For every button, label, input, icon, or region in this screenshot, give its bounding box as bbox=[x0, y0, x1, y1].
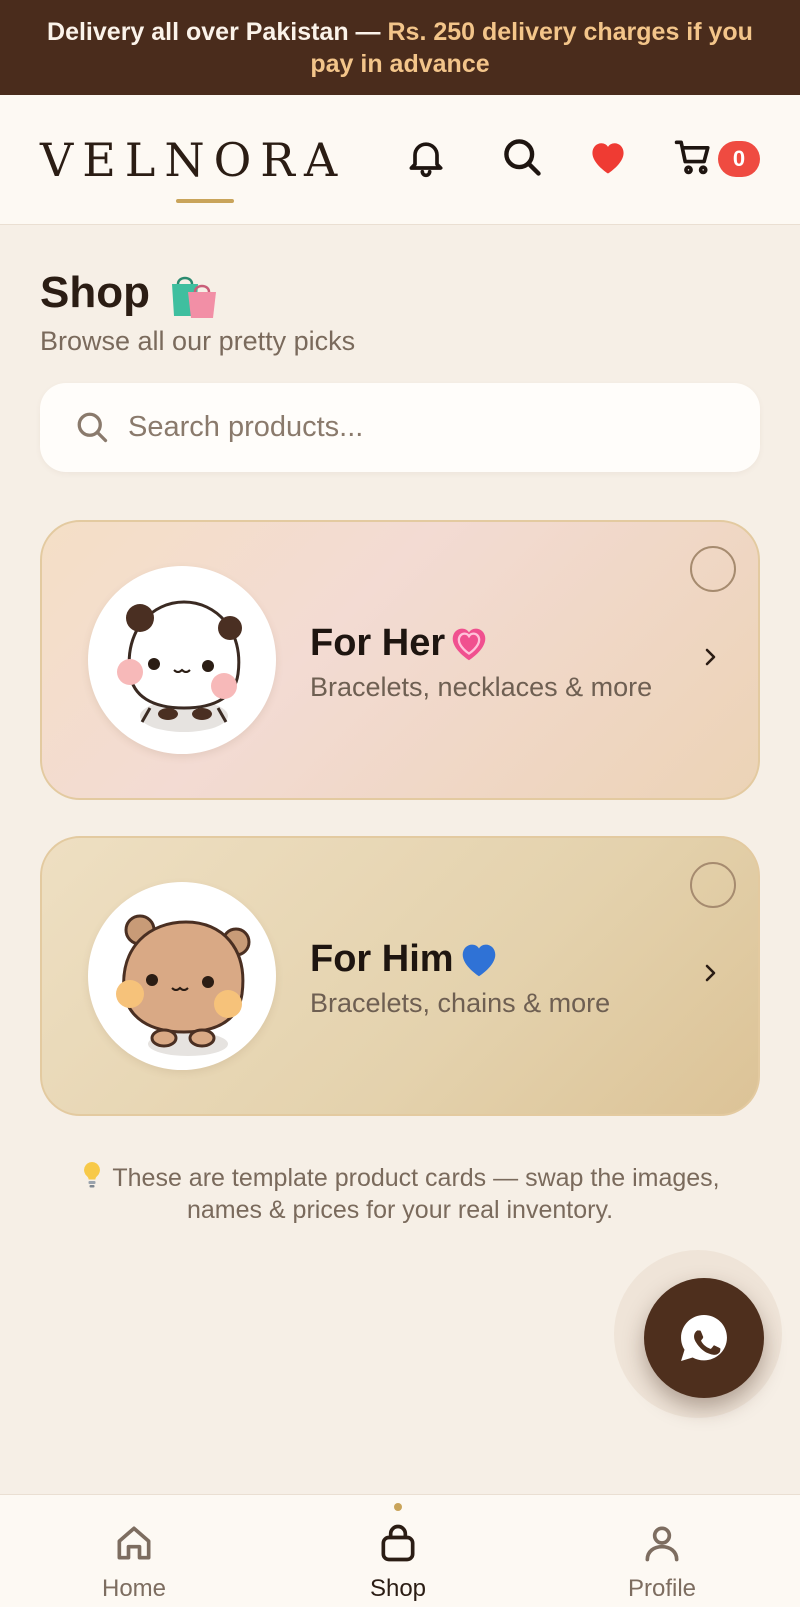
nav-label: Shop bbox=[369, 1575, 427, 1602]
white-bear-mascot-image bbox=[88, 566, 276, 754]
category-card-for-him[interactable]: For Him Bracelets, chains & more bbox=[40, 836, 760, 1116]
header: VELNORA 0 bbox=[0, 95, 800, 225]
active-indicator bbox=[394, 1503, 402, 1511]
lightbulb-icon bbox=[80, 1160, 104, 1190]
announcement-text: Delivery all over Pakistan — bbox=[47, 17, 388, 46]
category-title: For Him bbox=[310, 938, 454, 980]
whatsapp-button[interactable] bbox=[644, 1278, 764, 1398]
page-subtitle: Browse all our pretty picks bbox=[40, 326, 356, 356]
bell-icon[interactable] bbox=[404, 135, 448, 179]
search-icon[interactable] bbox=[500, 135, 544, 179]
home-icon bbox=[117, 1526, 151, 1560]
category-description: Bracelets, necklaces & more bbox=[310, 672, 653, 702]
blue-heart-icon bbox=[456, 936, 502, 980]
template-note: These are template product cards — swap … bbox=[40, 1160, 760, 1226]
category-card-for-her[interactable]: For Her Bracelets, necklaces & more bbox=[40, 520, 760, 800]
bag-icon bbox=[381, 1524, 415, 1562]
search-icon bbox=[74, 409, 110, 445]
note-text: These are template product cards — swap … bbox=[112, 1164, 720, 1224]
chevron-right-icon bbox=[700, 642, 722, 672]
nav-item-shop[interactable]: Shop bbox=[318, 1495, 478, 1607]
cart-icon[interactable] bbox=[672, 135, 716, 179]
nav-item-profile[interactable]: Profile bbox=[582, 1495, 742, 1607]
user-icon bbox=[645, 1526, 679, 1562]
select-radio[interactable] bbox=[690, 862, 736, 908]
chevron-right-icon bbox=[700, 958, 722, 988]
shopping-bags-icon bbox=[166, 266, 222, 322]
heart-icon[interactable] bbox=[586, 135, 630, 179]
cart-count-badge: 0 bbox=[718, 141, 760, 177]
logo-underline bbox=[176, 199, 234, 203]
search-input[interactable] bbox=[128, 383, 728, 472]
select-radio[interactable] bbox=[690, 546, 736, 592]
category-title: For Her bbox=[310, 622, 446, 664]
nav-label: Profile bbox=[627, 1575, 697, 1602]
search-bar[interactable] bbox=[40, 383, 760, 472]
logo[interactable]: VELNORA bbox=[40, 133, 346, 187]
page-title: Shop bbox=[40, 268, 150, 317]
whatsapp-icon bbox=[681, 1315, 727, 1361]
pink-heart-icon bbox=[446, 620, 492, 664]
nav-item-home[interactable]: Home bbox=[54, 1495, 214, 1607]
brown-bear-mascot-image bbox=[88, 882, 276, 1070]
bottom-nav: Home Shop Profile bbox=[0, 1494, 800, 1607]
announcement-bar: Delivery all over Pakistan — Rs. 250 del… bbox=[0, 0, 800, 95]
nav-label: Home bbox=[101, 1575, 167, 1602]
category-description: Bracelets, chains & more bbox=[310, 988, 611, 1018]
